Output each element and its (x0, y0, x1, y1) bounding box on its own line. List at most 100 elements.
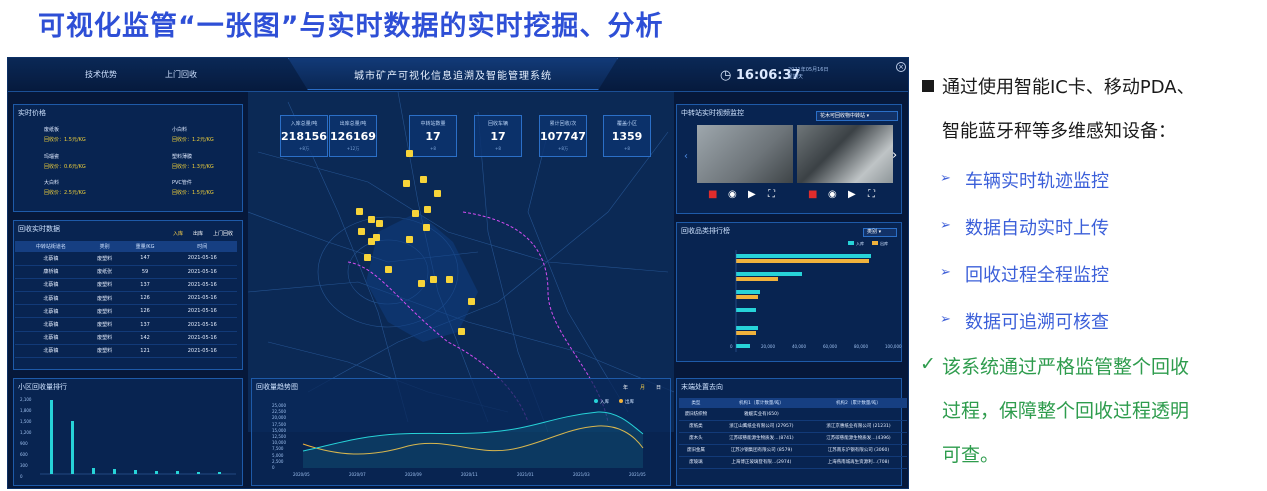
sub-item-3: 回收过程全程监控 (965, 265, 1109, 286)
station-marker-icon[interactable] (406, 150, 413, 157)
toggle-month[interactable]: 月 (640, 384, 645, 391)
table-row[interactable]: 北蔡镇 废塑料 121 2021-05-16 (15, 344, 237, 359)
trend-title: 回收量趋势图 (256, 383, 298, 391)
stat-value: 17 (425, 130, 441, 143)
station-marker-icon[interactable] (364, 254, 371, 261)
video-station-select[interactable]: 花木可回收物中转站 ▾ (816, 111, 898, 121)
table-row[interactable]: 废木头 江苏碳慈能源生物质发…(8741) 江苏碳慈能源生物质发…(4396) (679, 432, 907, 445)
trend-legend: 入库 出库 (594, 398, 634, 405)
stat-card[interactable]: 入库总量/吨 218156 +8万 (280, 115, 328, 157)
station-marker-icon[interactable] (420, 176, 427, 183)
camera-icon[interactable]: ◉ (828, 189, 837, 200)
table-cell: 2021-05-16 (167, 291, 237, 306)
station-marker-icon[interactable] (458, 328, 465, 335)
camera-feed-1[interactable] (697, 125, 793, 183)
camera-icon[interactable]: ◉ (728, 189, 737, 200)
stat-sub: +8 (624, 146, 630, 151)
video-title: 中转站实时视频监控 (681, 109, 744, 117)
table-header-cell: 时间 (167, 241, 237, 252)
station-marker-icon[interactable] (358, 228, 365, 235)
table-cell: 2021-05-16 (167, 331, 237, 345)
station-marker-icon[interactable] (385, 266, 392, 273)
stat-card[interactable]: 累计回收/次 107747 +8万 (539, 115, 587, 157)
station-marker-icon[interactable] (446, 276, 453, 283)
camera-feed-2[interactable] (797, 125, 893, 183)
station-marker-icon[interactable] (403, 180, 410, 187)
stat-label: 覆盖小区 (616, 121, 637, 127)
table-row[interactable]: 北蔡镇 废塑料 147 2021-05-16 (15, 252, 237, 266)
filter-out[interactable]: 出库 (193, 230, 203, 237)
stat-card[interactable]: 回收车辆 17 +8 (474, 115, 522, 157)
table-row[interactable]: 废旧金属 江苏沙钢集团有限公司 (8579) 江苏南东沪钢有限公司 (3060) (679, 444, 907, 457)
table-row[interactable]: 北蔡镇 废塑料 126 2021-05-16 (15, 291, 237, 306)
table-cell: 废纸张 (86, 265, 123, 279)
prev-camera-icon[interactable]: ‹ (684, 151, 688, 162)
station-marker-icon[interactable] (418, 280, 425, 287)
tab-tech[interactable]: 技术优势 (85, 69, 117, 80)
y-tick-label: 0 (20, 474, 23, 479)
station-marker-icon[interactable] (434, 190, 441, 197)
table-row[interactable]: 废纸类 浙江山鹰纸业有限公司 (27957) 浙江京惠纸业有限公司 (21231) (679, 420, 907, 433)
station-marker-icon[interactable] (412, 210, 419, 217)
y-tick-label: 0 (272, 465, 275, 470)
table-header-cell: 机构2（累计数量/吨） (809, 398, 907, 408)
price-item-name: 大白料 (44, 180, 60, 186)
fullscreen-icon[interactable]: ⛶ (868, 189, 875, 200)
table-row[interactable]: 北蔡镇 废塑料 126 2021-05-16 (15, 304, 237, 319)
station-marker-icon[interactable] (468, 298, 475, 305)
table-cell: 2021-05-16 (167, 278, 237, 293)
stop-record-icon[interactable]: ■ (708, 189, 717, 200)
y-tick-label: 2,100 (20, 397, 32, 402)
stat-value: 1359 (611, 130, 643, 143)
stat-value: 107747 (540, 130, 586, 143)
table-cell: 137 (122, 317, 168, 332)
table-cell: 126 (122, 304, 168, 319)
stop-record-icon[interactable]: ■ (808, 189, 817, 200)
stat-sub: +8万 (299, 146, 309, 151)
stat-label: 累计回收/次 (549, 121, 577, 127)
table-row[interactable]: 北蔡镇 废塑料 137 2021-05-16 (15, 278, 237, 293)
toggle-year[interactable]: 年 (623, 384, 628, 391)
close-icon[interactable]: × (896, 62, 906, 72)
realtime-table: 中转站街道名 类别 重量/KG 时间 北蔡镇 废塑料 147 2021-05-16 康桥镇 废纸… (15, 241, 237, 359)
station-marker-icon[interactable] (406, 236, 413, 243)
table-row[interactable]: 废旧纺织物 雅媛实业有(650) (679, 408, 907, 421)
main-bullet-line1: 通过使用智能IC卡、移动PDA、 (942, 77, 1195, 98)
station-marker-icon[interactable] (368, 216, 375, 223)
table-cell: 北蔡镇 (15, 304, 87, 319)
station-marker-icon[interactable] (430, 276, 437, 283)
x-tick-label: 20,000 (761, 344, 775, 349)
station-marker-icon[interactable] (356, 208, 363, 215)
y-tick-label: 10,000 (272, 440, 286, 446)
station-marker-icon[interactable] (423, 224, 430, 231)
y-tick-label: 1,800 (20, 408, 32, 413)
toggle-day[interactable]: 日 (656, 384, 661, 391)
table-row[interactable]: 北蔡镇 废塑料 137 2021-05-16 (15, 317, 237, 332)
table-row[interactable]: 康桥镇 废纸张 59 2021-05-16 (15, 265, 237, 279)
video-icon[interactable]: ▶ (848, 189, 856, 200)
table-header-cell: 重量/KG (122, 241, 168, 252)
table-cell: 137 (122, 278, 168, 293)
clock-date: 2021年05月16日 星期天 (788, 67, 829, 80)
legend-out-swatch (872, 241, 878, 245)
table-cell: 2021-05-16 (167, 252, 237, 266)
station-marker-icon[interactable] (376, 220, 383, 227)
station-marker-icon[interactable] (424, 206, 431, 213)
filter-in[interactable]: 入库 (173, 230, 183, 237)
y-tick-label: 2,500 (272, 458, 284, 464)
stat-card[interactable]: 出库总量/吨 126169 +12万 (329, 115, 377, 157)
dashboard-screenshot: 技术优势 上门回收 城市矿产可视化信息追溯及智能管理系统 ◷ 16:06:37 … (7, 57, 909, 489)
stat-card[interactable]: 中转站数量 17 +8 (409, 115, 457, 157)
category-select[interactable]: 类别 ▾ (863, 228, 897, 237)
stat-card[interactable]: 覆盖小区 1359 +8 (603, 115, 651, 157)
fullscreen-icon[interactable]: ⛶ (768, 189, 775, 200)
table-row[interactable]: 北蔡镇 废塑料 142 2021-05-16 (15, 331, 237, 345)
tab-door-recycle[interactable]: 上门回收 (165, 69, 197, 80)
table-cell: 2021-05-16 (167, 304, 237, 319)
video-icon[interactable]: ▶ (748, 189, 756, 200)
filter-door[interactable]: 上门回收 (213, 230, 233, 237)
arrow-bullet-icon: ➢ (940, 171, 951, 186)
table-row[interactable]: 废玻璃 上海博正玻璃登有限…(2974) 上海燕南城再生资源利…(708) (679, 456, 907, 469)
next-camera-icon[interactable]: › (892, 148, 897, 163)
station-marker-icon[interactable] (368, 238, 375, 245)
